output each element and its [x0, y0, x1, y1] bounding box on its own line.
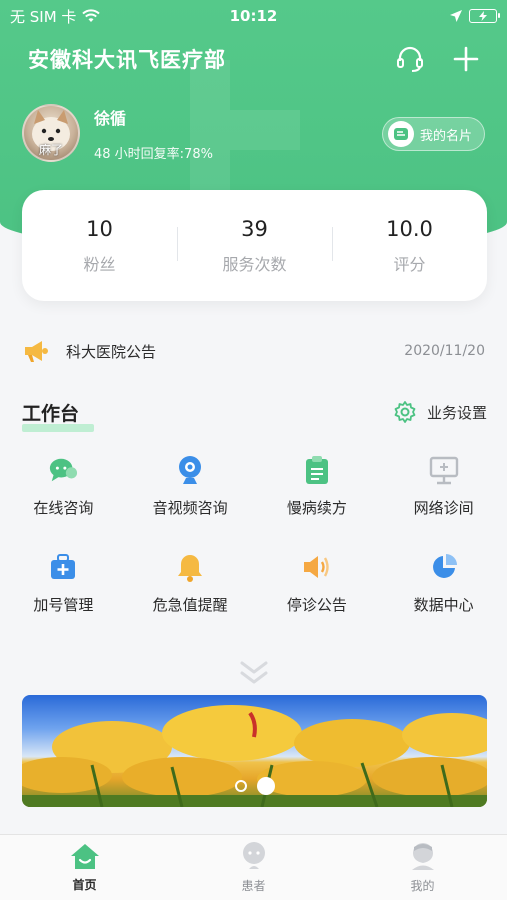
- grid-label: 危急值提醒: [152, 596, 228, 614]
- status-bar: 无 SIM 卡 10:12: [0, 0, 507, 32]
- video-camera-icon: [179, 456, 202, 484]
- page-title: 安徽科大讯飞医疗部: [28, 48, 226, 72]
- pie-chart-icon: [432, 554, 457, 578]
- announcement-date: 2020/11/20: [404, 343, 485, 359]
- carousel-dot-active[interactable]: [256, 777, 275, 795]
- grid-item-video-consult[interactable]: 音视频咨询: [127, 455, 254, 518]
- reply-rate: 48 小时回复率:78%: [94, 146, 213, 162]
- monitor-icon: [429, 456, 458, 485]
- grid-label: 数据中心: [413, 596, 474, 614]
- workbench-grid: 在线咨询 音视频咨询 慢病续方 网络诊间 加号管理 危急值提醒 停诊公告 数据中…: [0, 455, 507, 615]
- battery-icon: [469, 9, 500, 23]
- my-card-button[interactable]: 我的名片: [381, 117, 485, 151]
- announcement-text: 科大医院公告: [66, 342, 157, 361]
- location-arrow-icon: [450, 10, 462, 22]
- doctor-name: 徐循: [94, 108, 127, 128]
- stat-value: 10.0: [386, 216, 433, 241]
- grid-item-extra-slot[interactable]: 加号管理: [0, 552, 127, 615]
- stat-rating[interactable]: 10.0 评分: [332, 217, 487, 275]
- tab-home[interactable]: 首页: [0, 835, 169, 900]
- stat-label: 服务次数: [222, 254, 287, 274]
- doctor-profile: 麻了 徐循 48 小时回复率:78% 我的名片: [22, 103, 485, 163]
- avatar-caption: 麻了: [38, 143, 63, 157]
- profile-icon: [411, 843, 434, 870]
- banner-carousel[interactable]: [22, 695, 487, 807]
- stats-card: 10 粉丝 39 服务次数 10.0 评分: [22, 190, 487, 301]
- carousel-dots: [22, 777, 487, 795]
- my-card-label: 我的名片: [419, 128, 472, 144]
- patient-icon: [242, 842, 265, 869]
- bell-icon: [178, 555, 203, 582]
- announcement-bar[interactable]: 科大医院公告 2020/11/20: [22, 336, 485, 366]
- stat-fans[interactable]: 10 粉丝: [22, 217, 177, 275]
- stat-service-count[interactable]: 39 服务次数: [177, 217, 332, 275]
- business-settings-button[interactable]: 业务设置: [393, 400, 487, 424]
- expand-chevron-icon[interactable]: [238, 660, 270, 686]
- bottom-tab-bar: 首页 患者 我的: [0, 834, 507, 900]
- megaphone-icon: [25, 341, 48, 362]
- grid-item-data-center[interactable]: 数据中心: [380, 552, 507, 615]
- carousel-dot[interactable]: [234, 780, 247, 792]
- home-icon: [70, 844, 99, 869]
- grid-item-online-consult[interactable]: 在线咨询: [0, 455, 127, 518]
- grid-label: 音视频咨询: [152, 499, 228, 517]
- medical-kit-icon: [51, 554, 76, 579]
- grid-label: 在线咨询: [33, 499, 94, 517]
- tab-label: 我的: [410, 879, 435, 893]
- grid-item-suspension-notice[interactable]: 停诊公告: [254, 552, 381, 615]
- prescription-icon: [305, 456, 328, 484]
- stat-label: 评分: [393, 254, 426, 274]
- stat-value: 39: [241, 216, 268, 241]
- tab-patients[interactable]: 患者: [169, 835, 338, 900]
- business-card-icon: [393, 128, 408, 140]
- clock: 10:12: [229, 7, 278, 25]
- tab-label: 患者: [241, 879, 266, 893]
- grid-label: 慢病续方: [286, 499, 347, 517]
- grid-label: 停诊公告: [286, 596, 347, 614]
- business-settings-label: 业务设置: [426, 403, 487, 422]
- tab-label: 首页: [72, 878, 97, 892]
- stat-value: 10: [86, 216, 113, 241]
- chat-bubble-icon: [50, 458, 78, 482]
- avatar[interactable]: 麻了: [22, 104, 80, 162]
- tab-mine[interactable]: 我的: [338, 835, 507, 900]
- grid-label: 加号管理: [33, 596, 94, 614]
- add-icon[interactable]: [453, 46, 479, 72]
- grid-label: 网络诊间: [413, 499, 474, 517]
- workbench-header: 工作台 业务设置: [22, 395, 487, 432]
- grid-item-chronic-prescription[interactable]: 慢病续方: [254, 455, 381, 518]
- grid-item-online-clinic[interactable]: 网络诊间: [380, 455, 507, 518]
- speaker-icon: [303, 556, 329, 578]
- stat-label: 粉丝: [83, 254, 116, 274]
- gear-icon: [394, 401, 416, 423]
- grid-item-critical-alert[interactable]: 危急值提醒: [127, 552, 254, 615]
- header: 安徽科大讯飞医疗部: [28, 42, 479, 76]
- headset-icon[interactable]: [395, 44, 425, 74]
- workbench-title: 工作台: [22, 399, 95, 432]
